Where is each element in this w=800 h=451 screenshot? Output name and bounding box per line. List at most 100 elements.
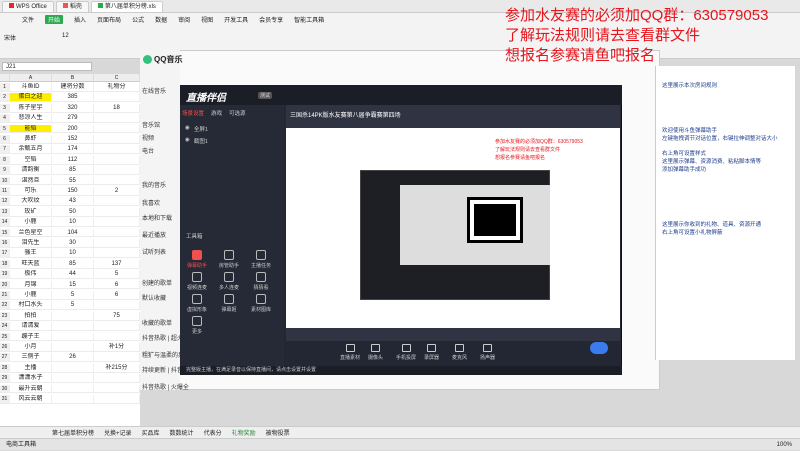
tool-button[interactable]: 视频连麦 [186, 272, 208, 291]
cell[interactable]: 礼物分 [94, 83, 140, 91]
cell[interactable]: 320 [52, 103, 94, 112]
cell[interactable]: 风云云朝 [10, 395, 52, 403]
cell[interactable] [94, 322, 140, 331]
row-number[interactable]: 18 [0, 259, 10, 268]
cell[interactable] [94, 93, 140, 102]
cell[interactable]: 279 [52, 114, 94, 123]
row-number[interactable]: 22 [0, 301, 10, 310]
cell[interactable] [94, 176, 140, 185]
cell[interactable] [94, 197, 140, 206]
menu-member[interactable]: 会员专享 [259, 15, 283, 24]
row-number[interactable]: 10 [0, 176, 10, 185]
start-live-button[interactable] [590, 342, 608, 354]
tab-spreadsheet[interactable]: 第八届单积分榜.xls [90, 0, 163, 12]
sheet-tab[interactable]: 兑换+记录 [104, 428, 132, 437]
sheet-tab[interactable]: 代表分 [204, 428, 222, 437]
tool-button[interactable]: 虚拟形象 [186, 294, 208, 313]
cell[interactable] [52, 363, 94, 372]
cell[interactable]: 补1分 [94, 343, 140, 351]
qq-sidebar-item[interactable]: 在线音乐 [142, 86, 166, 95]
cell[interactable]: 6 [94, 280, 140, 289]
row-number[interactable]: 5 [0, 124, 10, 133]
cell[interactable]: 174 [52, 145, 94, 154]
stream-control-button[interactable]: 扬声器 [480, 344, 495, 361]
menu-data[interactable]: 数据 [155, 15, 167, 24]
font-name-select[interactable]: 宋体 [4, 33, 16, 42]
cell[interactable]: 10 [52, 249, 94, 258]
menu-file[interactable]: 文件 [22, 15, 34, 24]
cell[interactable]: 104 [52, 228, 94, 237]
tab-game[interactable]: 游戏 [211, 109, 222, 117]
tab-docer[interactable]: 稻壳 [55, 0, 89, 12]
zoom-level[interactable]: 100% [777, 439, 792, 450]
cell[interactable]: 150 [52, 187, 94, 195]
qq-sidebar-item[interactable]: 我喜欢 [142, 198, 160, 207]
cell[interactable] [94, 395, 140, 403]
cell[interactable]: 大吹纹 [10, 197, 52, 206]
row-number[interactable]: 8 [0, 155, 10, 164]
col-b-header[interactable]: B [52, 74, 94, 81]
row-number[interactable]: 23 [0, 311, 10, 320]
cell[interactable] [52, 311, 94, 320]
menu-smart-tools[interactable]: 智能工具箱 [294, 15, 324, 24]
cell[interactable] [94, 374, 140, 383]
row-number[interactable]: 21 [0, 291, 10, 299]
qq-sidebar-item[interactable]: 创建的歌单 [142, 278, 172, 287]
row-number[interactable]: 31 [0, 395, 10, 403]
sheet-tab[interactable]: 买品库 [142, 428, 160, 437]
menu-developer[interactable]: 开发工具 [224, 15, 248, 24]
cell[interactable] [94, 353, 140, 362]
cell[interactable]: 请清爱 [10, 322, 52, 331]
sheet-tab[interactable]: 数数统计 [170, 428, 194, 437]
cell[interactable]: 85 [52, 166, 94, 175]
qq-sidebar-item[interactable]: 粗犷与温柔的男 [142, 350, 184, 359]
cell[interactable]: 26 [52, 353, 94, 362]
col-a-header[interactable]: A [10, 74, 52, 81]
cell[interactable]: 5 [52, 301, 94, 310]
qq-sidebar-item[interactable]: 视频 [142, 133, 154, 142]
cell[interactable]: 18 [94, 103, 140, 112]
cell[interactable] [94, 249, 140, 258]
cell[interactable]: 潇潇水子 [10, 374, 52, 383]
qq-sidebar-item[interactable]: 本地和下载 [142, 213, 172, 222]
cell[interactable]: 55 [52, 176, 94, 185]
cell[interactable]: 最升云朝 [10, 384, 52, 393]
row-number[interactable]: 12 [0, 197, 10, 206]
cell[interactable]: 斗鱼ID [10, 83, 52, 91]
tab-scene[interactable]: 场景设置 [182, 109, 204, 117]
eye-icon[interactable]: ◉ [185, 125, 190, 133]
tab-sources[interactable]: 可选源 [229, 109, 246, 117]
row-number[interactable]: 19 [0, 270, 10, 279]
row-number[interactable]: 13 [0, 207, 10, 216]
cell[interactable] [94, 301, 140, 310]
cell[interactable]: 137 [94, 259, 140, 268]
sheet-tab[interactable]: 被物投票 [266, 428, 290, 437]
tool-button[interactable]: 主播任务 [250, 250, 272, 269]
cell[interactable]: 补215分 [94, 363, 140, 372]
tool-button[interactable]: 弹幕助手 [186, 250, 208, 269]
cell[interactable]: 112 [52, 155, 94, 164]
cell[interactable]: 75 [94, 311, 140, 320]
cell[interactable] [94, 166, 140, 175]
cell[interactable] [94, 239, 140, 247]
qq-sidebar-item[interactable]: 我的音乐 [142, 180, 166, 189]
cell[interactable]: 蹦子王 [10, 332, 52, 341]
cell[interactable]: 5 [52, 291, 94, 299]
cell[interactable]: 骚王 [10, 249, 52, 258]
cell[interactable] [52, 374, 94, 383]
qq-sidebar-item[interactable]: 持续更新 | 抖音 [142, 365, 183, 374]
row-number[interactable]: 26 [0, 343, 10, 351]
row-number[interactable]: 27 [0, 353, 10, 362]
cell[interactable]: 43 [52, 197, 94, 206]
row-number[interactable]: 2 [0, 93, 10, 102]
cell[interactable]: 6 [94, 291, 140, 299]
row-number[interactable]: 4 [0, 114, 10, 123]
sheet-tab[interactable]: 礼物奖励 [232, 428, 256, 437]
cell[interactable]: 三侧子 [10, 353, 52, 362]
cell[interactable]: 50 [52, 207, 94, 216]
tab-wps[interactable]: WPS Office [2, 0, 54, 12]
menu-home[interactable]: 开始 [45, 15, 64, 24]
cell[interactable]: 30 [52, 239, 94, 247]
row-number[interactable]: 9 [0, 166, 10, 175]
tool-button[interactable]: 弹幕姬 [218, 294, 240, 313]
